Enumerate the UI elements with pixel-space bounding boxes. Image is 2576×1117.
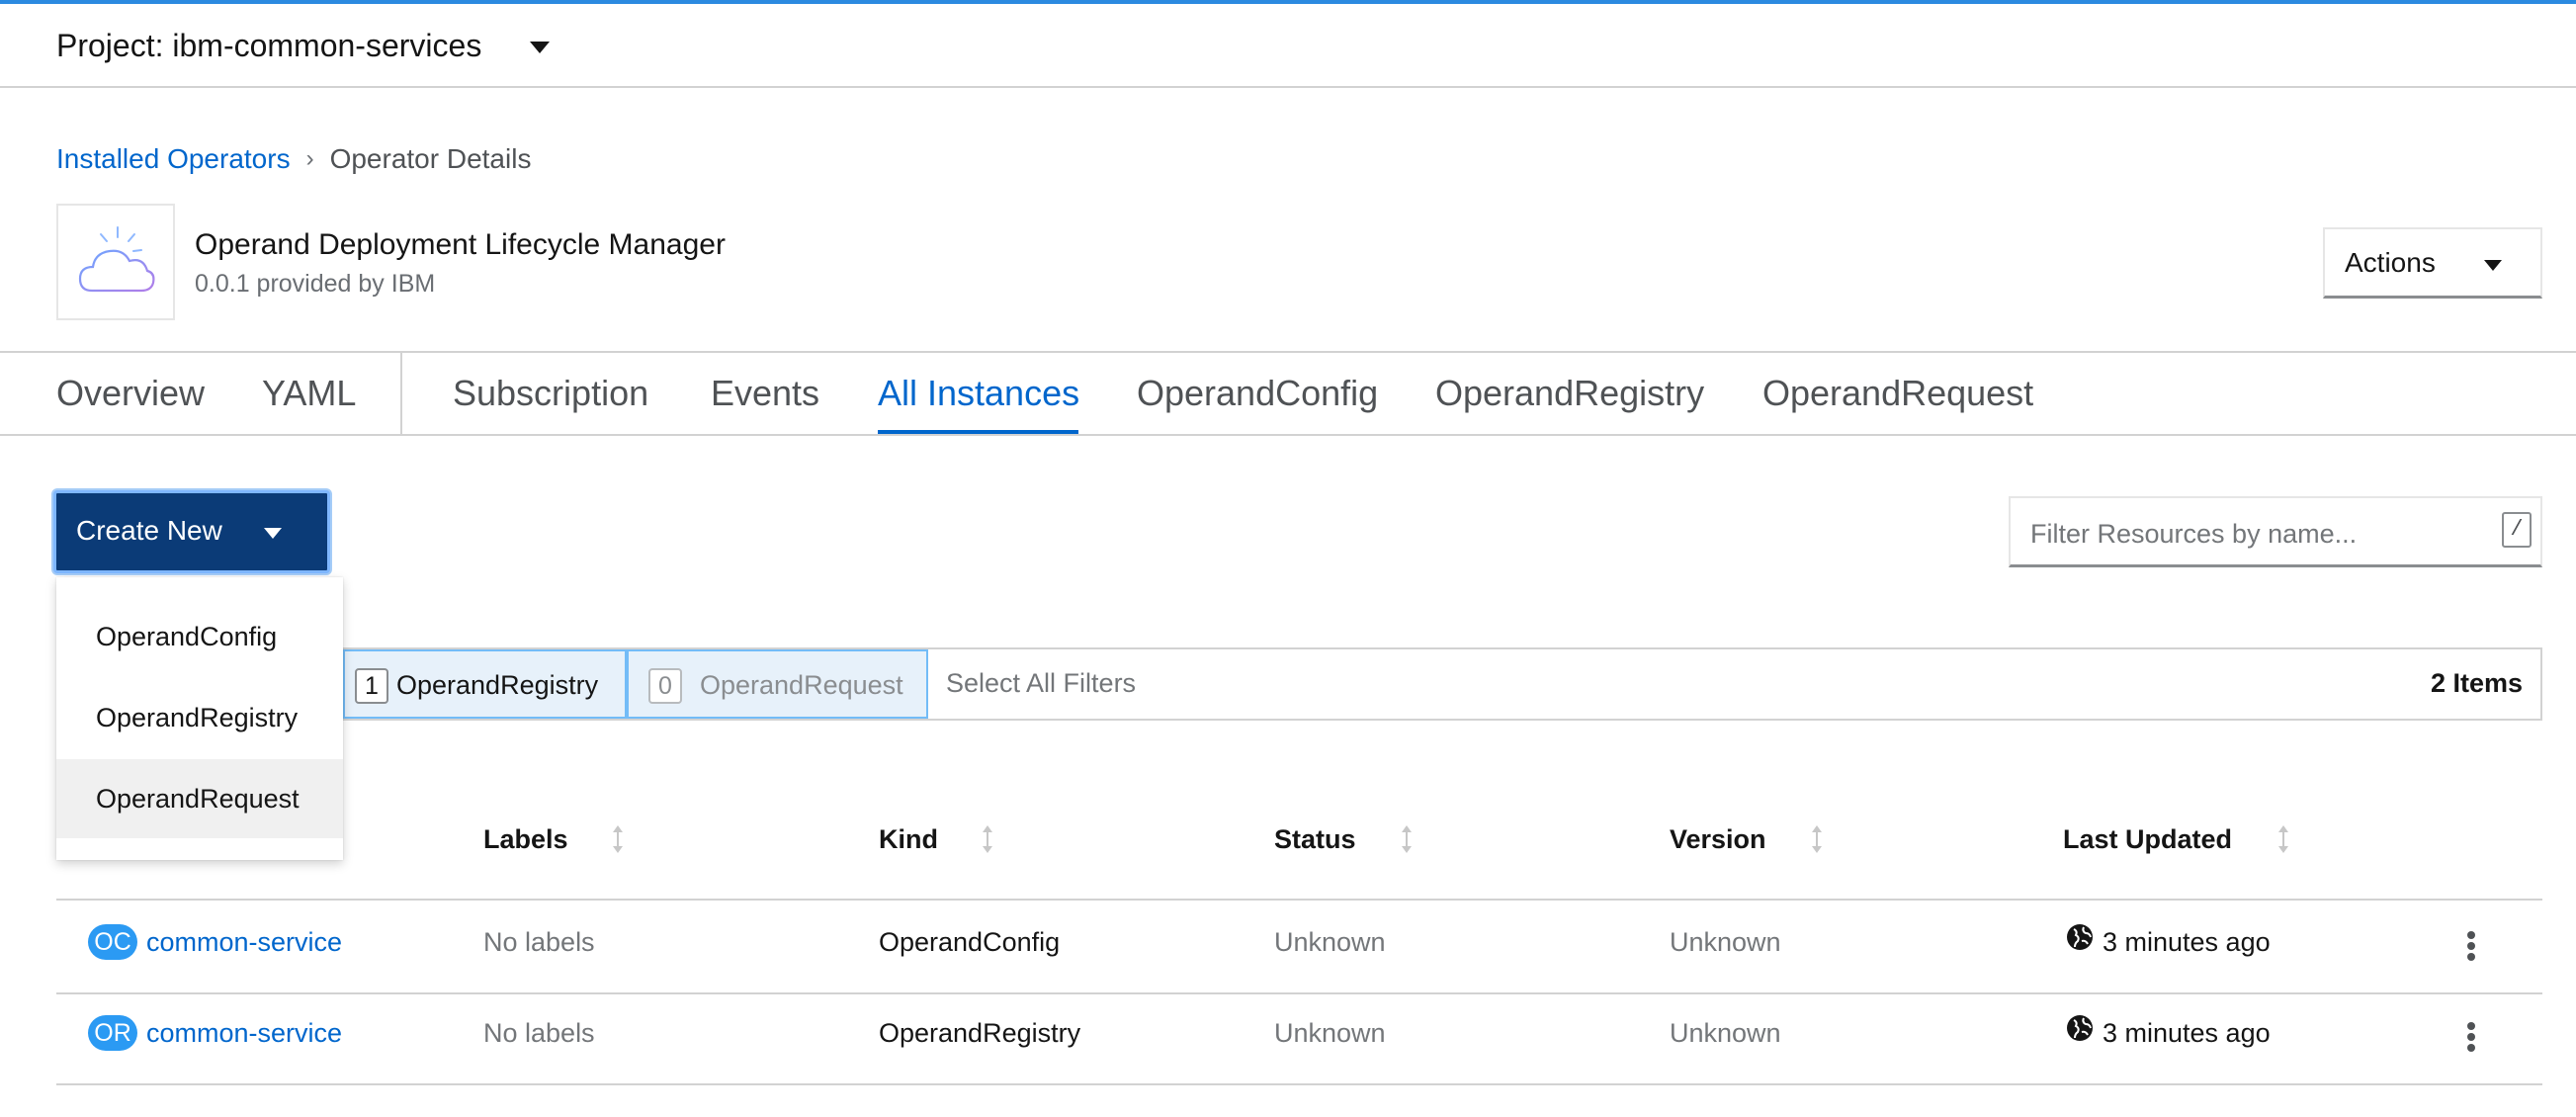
globe-icon — [2067, 1015, 2093, 1041]
kebab-menu-icon[interactable] — [2466, 930, 2476, 962]
tab-operandrequest[interactable]: OperandRequest — [1762, 371, 2033, 416]
project-selector[interactable]: Project: ibm-common-services — [56, 26, 481, 65]
project-bar: Project: ibm-common-services — [0, 4, 2576, 88]
select-all-filters-link[interactable]: Select All Filters — [946, 664, 1136, 702]
tab-operandconfig[interactable]: OperandConfig — [1137, 371, 1378, 416]
column-header-kind[interactable]: Kind — [879, 820, 938, 858]
filter-placeholder: Filter Resources by name... — [2030, 519, 2358, 549]
tab-yaml[interactable]: YAML — [262, 371, 356, 416]
filter-chip-operandrequest[interactable]: 0 OperandRequest — [627, 649, 928, 719]
resource-name-link[interactable]: common-service — [146, 923, 342, 961]
menu-item-operandregistry[interactable]: OperandRegistry — [56, 678, 343, 757]
tab-operandregistry[interactable]: OperandRegistry — [1435, 371, 1704, 416]
resource-version: Unknown — [1670, 1018, 1781, 1048]
resource-status: Unknown — [1274, 927, 1386, 957]
item-count: 2 Items — [2430, 668, 2523, 698]
sort-icon[interactable] — [611, 823, 625, 855]
resource-labels: No labels — [483, 927, 595, 957]
breadcrumb: Installed Operators › Operator Details — [56, 140, 531, 178]
sort-icon[interactable] — [1810, 823, 1824, 855]
create-new-label: Create New — [76, 515, 222, 546]
chevron-down-icon — [264, 528, 282, 539]
tab-events[interactable]: Events — [711, 371, 819, 416]
sort-icon[interactable] — [1400, 823, 1414, 855]
column-header-labels[interactable]: Labels — [483, 820, 568, 858]
resource-kind-badge: OR — [88, 1015, 137, 1051]
actions-button[interactable]: Actions — [2323, 227, 2542, 299]
resource-last-updated: 3 minutes ago — [2103, 1018, 2271, 1048]
resource-kind: OperandConfig — [879, 927, 1061, 957]
column-header-status[interactable]: Status — [1274, 820, 1356, 858]
breadcrumb-installed-operators[interactable]: Installed Operators — [56, 140, 291, 178]
resource-kind: OperandRegistry — [879, 1018, 1081, 1048]
menu-item-operandconfig[interactable]: OperandConfig — [56, 597, 343, 676]
table-header-divider — [56, 899, 2542, 901]
sort-icon[interactable] — [2276, 823, 2290, 855]
tab-subscription[interactable]: Subscription — [453, 371, 648, 416]
filter-chip-operandregistry[interactable]: 1 OperandRegistry — [343, 649, 627, 719]
tab-all-instances[interactable]: All Instances — [878, 371, 1079, 416]
kebab-menu-icon[interactable] — [2466, 1021, 2476, 1053]
breadcrumb-separator-icon: › — [305, 145, 314, 172]
tab-divider — [400, 353, 402, 436]
resource-labels: No labels — [483, 1018, 595, 1048]
chevron-down-icon — [2484, 260, 2502, 271]
create-new-button[interactable]: Create New — [53, 490, 330, 573]
column-header-last-updated[interactable]: Last Updated — [2063, 820, 2232, 858]
operator-name: Operand Deployment Lifecycle Manager — [195, 228, 726, 261]
column-header-version[interactable]: Version — [1670, 820, 1766, 858]
tab-bar: Overview YAML Subscription Events All In… — [0, 351, 2576, 436]
chip-count: 1 — [355, 668, 388, 704]
table-row-divider — [56, 1083, 2542, 1085]
menu-item-operandrequest[interactable]: OperandRequest — [56, 759, 343, 838]
chevron-down-icon[interactable] — [530, 42, 550, 53]
chip-label: OperandRequest — [700, 670, 903, 700]
filter-resources-input[interactable]: Filter Resources by name... / — [2009, 496, 2542, 567]
sort-icon[interactable] — [981, 823, 994, 855]
table-row-divider — [56, 992, 2542, 994]
resource-last-updated: 3 minutes ago — [2103, 927, 2271, 957]
tab-overview[interactable]: Overview — [56, 371, 205, 416]
operator-logo — [56, 204, 175, 320]
actions-label: Actions — [2345, 247, 2436, 278]
globe-icon — [2067, 924, 2093, 950]
operator-provider: 0.0.1 provided by IBM — [195, 270, 436, 298]
keyboard-shortcut-hint: / — [2502, 512, 2532, 548]
resource-status: Unknown — [1274, 1018, 1386, 1048]
resource-version: Unknown — [1670, 927, 1781, 957]
resource-name-link[interactable]: common-service — [146, 1014, 342, 1052]
breadcrumb-current: Operator Details — [329, 143, 532, 174]
create-new-menu: OperandConfig OperandRegistry OperandReq… — [56, 577, 343, 860]
chip-label: OperandRegistry — [396, 670, 599, 700]
active-tab-indicator — [878, 430, 1078, 434]
kind-filter-bar: 1 OperandRegistry 0 OperandRequest Selec… — [56, 647, 2542, 721]
cloud-icon — [78, 226, 155, 293]
chip-count: 0 — [648, 668, 682, 704]
resource-kind-badge: OC — [88, 924, 137, 960]
